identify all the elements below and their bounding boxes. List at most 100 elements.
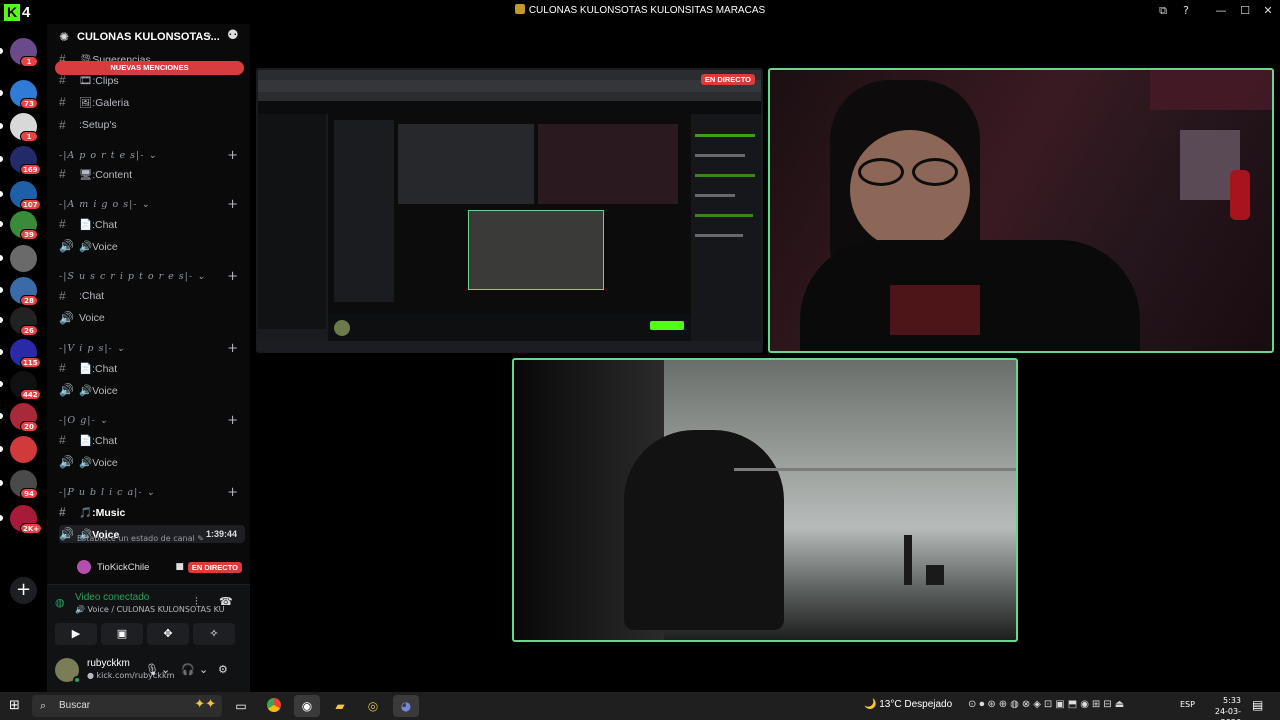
search-highlight-icon: ✦✦	[194, 697, 216, 712]
camera-button[interactable]: ▶	[55, 623, 97, 645]
headphones-icon[interactable]: 🎧	[181, 663, 195, 676]
channel-amigos-voice[interactable]: 🔊 🔊Voice	[59, 237, 245, 255]
channel-vips-voice[interactable]: 🔊 🔊Voice	[59, 381, 245, 399]
webcam-tile-1[interactable]	[768, 68, 1274, 353]
voice-participant[interactable]: TioKickChile ■ EN DIRECTO	[77, 559, 242, 575]
unread-pip	[0, 255, 3, 261]
webcam-tile-2[interactable]	[512, 358, 1018, 642]
chevron-down-icon[interactable]: ⌄	[205, 29, 213, 40]
voice-channel-path[interactable]: 🔊 Voice / CULONAS KULONSOTAS KU...	[75, 605, 225, 614]
windows-start-icon[interactable]: ⊞	[9, 698, 20, 713]
follow-button	[650, 321, 684, 330]
mention-badge: 73	[20, 98, 38, 109]
mention-badge: 2K+	[20, 523, 43, 534]
category-vips[interactable]: -|V i p s|- ⌄ +	[59, 341, 245, 357]
unread-pip	[0, 515, 3, 521]
disconnect-icon[interactable]: ☎	[219, 595, 233, 608]
maximize-button[interactable]: ☐	[1236, 3, 1254, 19]
voice-status[interactable]: Video conectado	[75, 592, 149, 603]
add-channel-icon[interactable]: +	[227, 148, 239, 163]
close-button[interactable]: ✕	[1259, 3, 1277, 19]
settings-gear-icon[interactable]: ⚙	[218, 663, 228, 676]
signal-icon[interactable]: ◍	[55, 596, 65, 609]
channel-vips-chat[interactable]: # 📄:Chat	[59, 359, 245, 377]
obs-icon[interactable]: ◉	[294, 695, 320, 717]
category-amigos[interactable]: -|A m i g o s|- ⌄ +	[59, 197, 245, 213]
participant-name: TioKickChile	[97, 561, 150, 573]
add-channel-icon[interactable]: +	[227, 485, 239, 500]
set-channel-status[interactable]: Establece un estado de canal ✎	[77, 534, 204, 543]
help-icon[interactable]: ?	[1177, 3, 1195, 19]
taskbar-search[interactable]: ⌕ Buscar ✦✦	[32, 695, 222, 717]
server-boost-icon: ✺	[59, 30, 70, 44]
speaker-icon: 🔊	[59, 527, 74, 541]
category-label: -|A m i g o s|- ⌄	[59, 199, 151, 210]
hash-icon: #	[59, 433, 66, 447]
language-indicator[interactable]: ESP	[1180, 700, 1195, 709]
add-channel-icon[interactable]: +	[227, 413, 239, 428]
chrome-icon[interactable]	[261, 695, 287, 717]
invite-people-icon[interactable]: ⚉	[227, 28, 239, 43]
microphone-icon[interactable]: 🎙	[145, 663, 159, 676]
mention-badge: 1	[20, 131, 38, 142]
channel-suscriptores-chat[interactable]: #:Chat	[59, 287, 245, 305]
username[interactable]: rubyckkm	[87, 658, 130, 669]
channel-clips[interactable]: # 🎞:Clips	[59, 71, 245, 89]
shirt-print-shape	[890, 285, 980, 335]
shared-kick-header	[258, 101, 761, 114]
soundboard-button[interactable]: ✧	[193, 623, 235, 645]
channel-amigos-chat[interactable]: # 📄:Chat	[59, 215, 245, 233]
minimize-button[interactable]: —	[1212, 3, 1230, 19]
channel-label: 🖼:Galeria	[79, 96, 130, 109]
channel-og-voice[interactable]: 🔊 🔊Voice	[59, 453, 245, 471]
server-icon[interactable]	[10, 436, 37, 463]
clock[interactable]: 5:33 24-03-2026	[1201, 695, 1241, 720]
notifications-icon[interactable]: ▤	[1252, 698, 1263, 712]
mention-badge: 1	[20, 56, 38, 67]
add-channel-icon[interactable]: +	[227, 197, 239, 212]
channel-content[interactable]: # 🖥:Content	[59, 165, 245, 183]
server-header[interactable]: ✺ CULONAS KULONSOTAS... ⌄ ⚉	[47, 24, 250, 52]
voice-duration: 1:39:44	[205, 529, 237, 539]
mention-badge: 28	[20, 295, 38, 306]
channel-galeria[interactable]: # 🖼:Galeria	[59, 93, 245, 111]
channel-label: :Chat	[79, 290, 105, 302]
app-icon[interactable]: ◎	[360, 695, 386, 717]
server-icon[interactable]	[10, 245, 37, 272]
chevron-down-icon[interactable]: ⌄	[161, 663, 170, 676]
weather-widget[interactable]: 🌙 13°C Despejado	[864, 699, 952, 710]
add-server-button[interactable]: +	[10, 577, 37, 604]
screen-share-button[interactable]: ▣	[101, 623, 143, 645]
chat-line	[695, 174, 755, 177]
voice-connection-panel: ◍ Video conectado 🔊 Voice / CULONAS KULO…	[47, 584, 250, 652]
online-status-dot	[73, 676, 81, 684]
category-aportes[interactable]: -|A p o r t e s|- ⌄ +	[59, 148, 245, 164]
screen-share-tile[interactable]: EN DIRECTO	[256, 68, 763, 353]
activities-button[interactable]: ✥	[147, 623, 189, 645]
channel-music[interactable]: # 🎵:Music	[59, 503, 245, 521]
category-suscriptores[interactable]: -|S u s c r i p t o r e s|- ⌄ +	[59, 269, 245, 285]
nested-discord-sidebar	[334, 120, 394, 302]
shared-kick-sidebar	[258, 114, 326, 329]
avatar[interactable]	[55, 658, 81, 684]
add-channel-icon[interactable]: +	[227, 269, 239, 284]
chevron-down-icon[interactable]: ⌄	[199, 663, 208, 676]
category-og[interactable]: -|O g|- ⌄ +	[59, 413, 245, 429]
inbox-icon[interactable]: ⧉	[1154, 3, 1172, 19]
channel-setups[interactable]: #:Setup's	[59, 116, 245, 134]
stream-stage: EN DIRECTO	[250, 24, 1280, 692]
camera-icon: ■	[175, 562, 184, 572]
noise-suppression-icon[interactable]: ⫶	[195, 595, 198, 609]
wall-line-shape	[734, 468, 1016, 471]
mention-badge: 39	[20, 229, 38, 240]
task-view-icon[interactable]: ▭	[228, 695, 254, 717]
file-explorer-icon[interactable]: ▰	[327, 695, 353, 717]
video-camera-icon: ▶	[71, 627, 81, 640]
category-publica[interactable]: -|P u b l i c a|- ⌄ +	[59, 485, 245, 501]
add-channel-icon[interactable]: +	[227, 341, 239, 356]
system-tray-icons[interactable]: ⊙⏺⊛⊕◍⊗◈⊡▣⬒◉⊞⊟⏏	[968, 699, 1127, 710]
channel-suscriptores-voice[interactable]: 🔊 Voice	[59, 309, 245, 327]
live-badge: EN DIRECTO	[187, 561, 242, 573]
channel-og-chat[interactable]: # 📄:Chat	[59, 431, 245, 449]
discord-icon[interactable]: ◕	[393, 695, 419, 717]
